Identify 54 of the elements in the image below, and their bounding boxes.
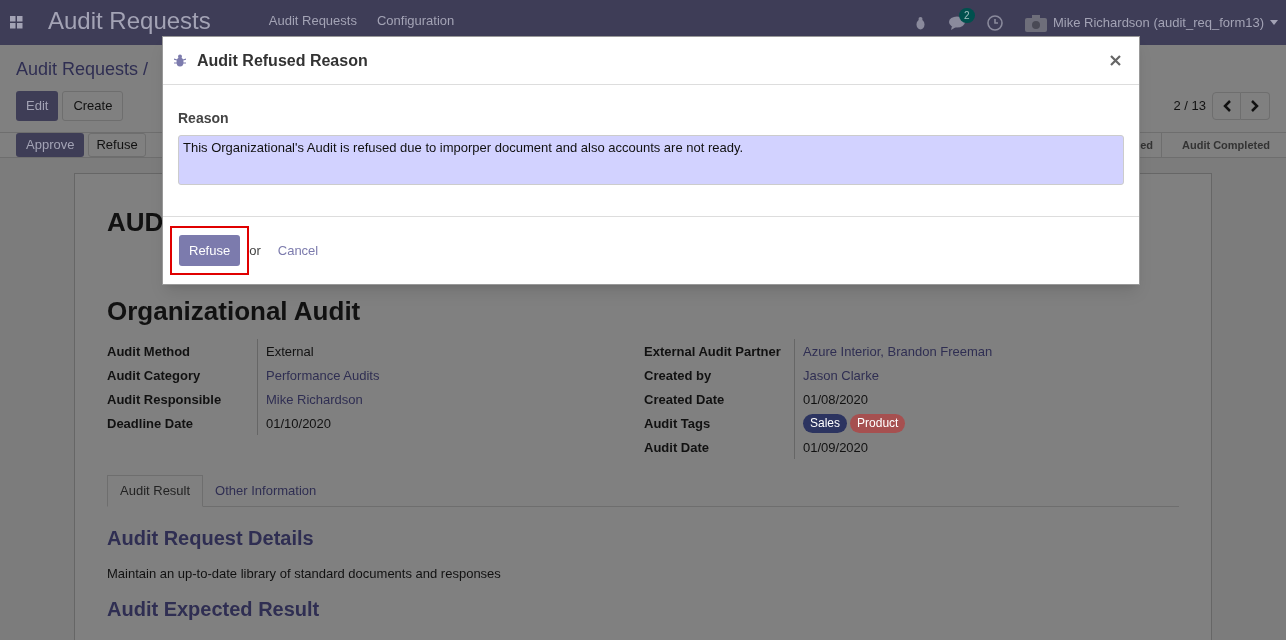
field-link[interactable]: Jason Clarke (803, 365, 879, 385)
close-button[interactable] (1110, 54, 1122, 67)
tag: Sales (803, 413, 848, 433)
caret-icon[interactable] (1270, 20, 1278, 25)
refuse-button[interactable]: Refuse (179, 235, 241, 266)
menu-item[interactable]: Audit Requests (268, 13, 357, 28)
section-heading: Audit Request Details (107, 526, 315, 551)
field-label: Audit Category (107, 366, 202, 385)
field-link[interactable]: Performance Audits (266, 365, 380, 385)
edit-button[interactable]: Edit (16, 91, 59, 121)
field-label: Audit Responsible (107, 390, 223, 409)
field-value: 01/08/2020 (803, 390, 869, 409)
user-menu[interactable]: Mike Richardson (audit_req_form13) (1053, 12, 1264, 33)
apps-menu-icon[interactable] (10, 16, 23, 29)
field-label: Audit Method (107, 342, 192, 361)
field-label: Created Date (644, 390, 726, 409)
approve-button[interactable]: Approve (16, 133, 85, 157)
reason-field[interactable]: This Organizational's Audit is refused due to imporper document and also accounts are not ready. (178, 135, 1124, 185)
field-label: Audit Date (644, 438, 710, 457)
field-value: 01/09/2020 (803, 438, 869, 457)
clock-icon[interactable] (987, 14, 1003, 31)
record-title: Organizational Audit (107, 295, 362, 328)
field-label: Deadline Date (107, 414, 194, 433)
create-button[interactable]: Create (62, 91, 124, 121)
pager-counter: 2 / 13 (1173, 97, 1206, 116)
field-value: 01/10/2020 (266, 414, 332, 433)
camera-icon (1025, 13, 1047, 32)
field-label: Audit Tags (644, 414, 712, 433)
field-label: Reason (178, 109, 230, 128)
field-link[interactable]: Mike Richardson (266, 389, 363, 409)
field-link[interactable]: Azure Interior, Brandon Freeman (803, 341, 993, 361)
field-value: External (266, 342, 314, 361)
chevron-left-icon (1222, 100, 1231, 112)
dialog-title: Audit Refused Reason (197, 50, 368, 71)
app-title: Audit Requests (48, 8, 211, 33)
section-heading: Audit Expected Result (107, 596, 321, 622)
cancel-link[interactable]: Cancel (277, 240, 319, 261)
tab[interactable]: Other Information (203, 475, 329, 507)
close-icon (1110, 55, 1121, 66)
next-button[interactable] (1241, 92, 1270, 120)
field-label: External Audit Partner (644, 342, 782, 361)
tab[interactable]: Audit Result (107, 475, 204, 507)
refuse-button[interactable]: Refuse (88, 133, 146, 157)
menu-item[interactable]: Configuration (376, 13, 455, 28)
previous-button[interactable] (1212, 92, 1241, 120)
message-count-badge: 2 (959, 7, 975, 23)
field-label: Created by (644, 366, 713, 385)
chevron-right-icon (1251, 100, 1259, 112)
stage-step[interactable]: Audit Completed (1161, 133, 1286, 157)
stage-step[interactable]: ed (1140, 133, 1161, 157)
tag: Product (850, 413, 906, 433)
section-text: Maintain an up-to-date library of standard documents and responses (107, 565, 502, 583)
record-title: AUD (107, 206, 165, 239)
or-text: or (249, 241, 261, 260)
